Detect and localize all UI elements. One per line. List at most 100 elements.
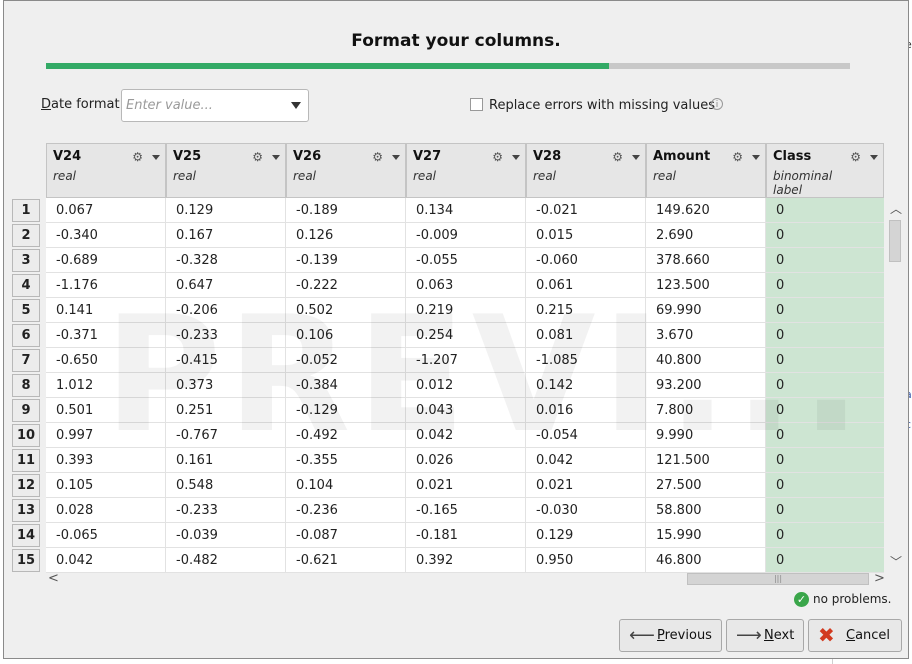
scroll-up-icon[interactable]: ︿ bbox=[890, 200, 902, 217]
table-cell: 2.690 bbox=[646, 223, 766, 248]
table-cell: 0.106 bbox=[286, 323, 406, 348]
next-button[interactable]: ⟶ Next bbox=[726, 619, 804, 652]
table-cell: 0.067 bbox=[46, 198, 166, 223]
arrow-right-icon: ⟶ bbox=[736, 625, 762, 646]
info-icon[interactable]: i bbox=[711, 98, 723, 110]
scroll-right-icon[interactable]: > bbox=[874, 571, 885, 586]
replace-errors-checkbox[interactable] bbox=[470, 98, 483, 111]
validation-status: ✓ no problems. bbox=[794, 592, 891, 607]
chevron-down-icon[interactable] bbox=[512, 155, 520, 160]
table-cell: 0 bbox=[766, 223, 884, 248]
table-cell: 0.081 bbox=[526, 323, 646, 348]
chevron-down-icon[interactable] bbox=[291, 102, 301, 109]
chevron-down-icon[interactable] bbox=[272, 155, 280, 160]
vertical-scrollbar[interactable]: ︿ ﹀ bbox=[886, 198, 904, 571]
table-cell: 0.104 bbox=[286, 473, 406, 498]
table-cell: -0.650 bbox=[46, 348, 166, 373]
table-cell: 3.670 bbox=[646, 323, 766, 348]
column-type: real bbox=[653, 169, 677, 183]
table-cell: -0.689 bbox=[46, 248, 166, 273]
row-number: 14 bbox=[12, 524, 40, 547]
previous-button[interactable]: ⟵ Previous bbox=[619, 619, 722, 652]
table-cell: -0.621 bbox=[286, 548, 406, 573]
table-cell: 378.660 bbox=[646, 248, 766, 273]
gear-icon[interactable]: ⚙ bbox=[492, 150, 503, 164]
row-number: 5 bbox=[12, 299, 40, 322]
gear-icon[interactable]: ⚙ bbox=[732, 150, 743, 164]
replace-errors-label[interactable]: Replace errors with missing values bbox=[489, 98, 715, 113]
table-cell: 0 bbox=[766, 298, 884, 323]
column-header[interactable]: V26 real ⚙ bbox=[286, 143, 406, 198]
column-header[interactable]: V24 real ⚙ bbox=[46, 143, 166, 198]
horizontal-scrollbar[interactable]: < ||| > bbox=[46, 571, 886, 587]
gear-icon[interactable]: ⚙ bbox=[132, 150, 143, 164]
gear-icon[interactable]: ⚙ bbox=[850, 150, 861, 164]
table-cell: -0.065 bbox=[46, 523, 166, 548]
table-cell: -0.233 bbox=[166, 323, 286, 348]
chevron-down-icon[interactable] bbox=[632, 155, 640, 160]
table-cell: 0 bbox=[766, 523, 884, 548]
gear-icon[interactable]: ⚙ bbox=[252, 150, 263, 164]
chevron-down-icon[interactable] bbox=[870, 155, 878, 160]
cancel-button[interactable]: ✖ Cancel bbox=[808, 619, 902, 652]
table-cell: 0.026 bbox=[406, 448, 526, 473]
row-number: 4 bbox=[12, 274, 40, 297]
table-cell: 0 bbox=[766, 323, 884, 348]
preview-table: V24 real ⚙ V25 real ⚙ V26 real ⚙ V27 real ⚙ V28 real ⚙… bbox=[4, 141, 910, 573]
column-header[interactable]: V28 real ⚙ bbox=[526, 143, 646, 198]
vertical-scroll-thumb[interactable] bbox=[889, 220, 901, 262]
horizontal-scroll-thumb[interactable]: ||| bbox=[687, 573, 869, 585]
column-header[interactable]: Class binominal label ⚙ bbox=[766, 143, 884, 198]
table-cell: -0.030 bbox=[526, 498, 646, 523]
row-number: 8 bbox=[12, 374, 40, 397]
table-cell: 7.800 bbox=[646, 398, 766, 423]
column-type: real bbox=[413, 169, 437, 183]
table-cell: -0.233 bbox=[166, 498, 286, 523]
scroll-down-icon[interactable]: ﹀ bbox=[890, 553, 902, 570]
column-type: real bbox=[293, 169, 317, 183]
column-header[interactable]: V25 real ⚙ bbox=[166, 143, 286, 198]
row-number: 13 bbox=[12, 499, 40, 522]
table-cell: 0.950 bbox=[526, 548, 646, 573]
format-columns-dialog: Format your columns. Date format Enter v… bbox=[3, 0, 909, 659]
gear-icon[interactable]: ⚙ bbox=[612, 150, 623, 164]
table-cell: 0.134 bbox=[406, 198, 526, 223]
table-cell: -0.328 bbox=[166, 248, 286, 273]
column-header[interactable]: V27 real ⚙ bbox=[406, 143, 526, 198]
chevron-down-icon[interactable] bbox=[392, 155, 400, 160]
table-cell: 0.141 bbox=[46, 298, 166, 323]
table-cell: 27.500 bbox=[646, 473, 766, 498]
column-name: Amount bbox=[653, 149, 711, 164]
column-header[interactable]: Amount real ⚙ bbox=[646, 143, 766, 198]
column-name: V25 bbox=[173, 149, 202, 164]
table-cell: 0 bbox=[766, 548, 884, 573]
close-icon: ✖ bbox=[818, 623, 835, 647]
table-cell: -0.492 bbox=[286, 423, 406, 448]
column-name: V24 bbox=[53, 149, 82, 164]
wizard-progress-fill bbox=[46, 63, 609, 69]
column-type: real bbox=[53, 169, 77, 183]
table-cell: -0.206 bbox=[166, 298, 286, 323]
table-cell: 0 bbox=[766, 348, 884, 373]
row-number: 7 bbox=[12, 349, 40, 372]
table-cell: 0.012 bbox=[406, 373, 526, 398]
table-cell: 0 bbox=[766, 198, 884, 223]
column-name: V27 bbox=[413, 149, 442, 164]
row-number: 12 bbox=[12, 474, 40, 497]
column-name: V26 bbox=[293, 149, 322, 164]
chevron-down-icon[interactable] bbox=[752, 155, 760, 160]
date-format-placeholder: Enter value... bbox=[126, 98, 213, 113]
row-number: 3 bbox=[12, 249, 40, 272]
table-cell: -0.482 bbox=[166, 548, 286, 573]
cancel-button-label: Cancel bbox=[846, 628, 891, 643]
table-cell: 0 bbox=[766, 398, 884, 423]
table-cell: -0.236 bbox=[286, 498, 406, 523]
table-cell: 0.647 bbox=[166, 273, 286, 298]
table-cell: 0.043 bbox=[406, 398, 526, 423]
scroll-left-icon[interactable]: < bbox=[48, 571, 59, 586]
table-cell: 0.016 bbox=[526, 398, 646, 423]
chevron-down-icon[interactable] bbox=[152, 155, 160, 160]
date-format-combobox[interactable]: Enter value... bbox=[121, 89, 309, 122]
table-cell: -0.165 bbox=[406, 498, 526, 523]
gear-icon[interactable]: ⚙ bbox=[372, 150, 383, 164]
